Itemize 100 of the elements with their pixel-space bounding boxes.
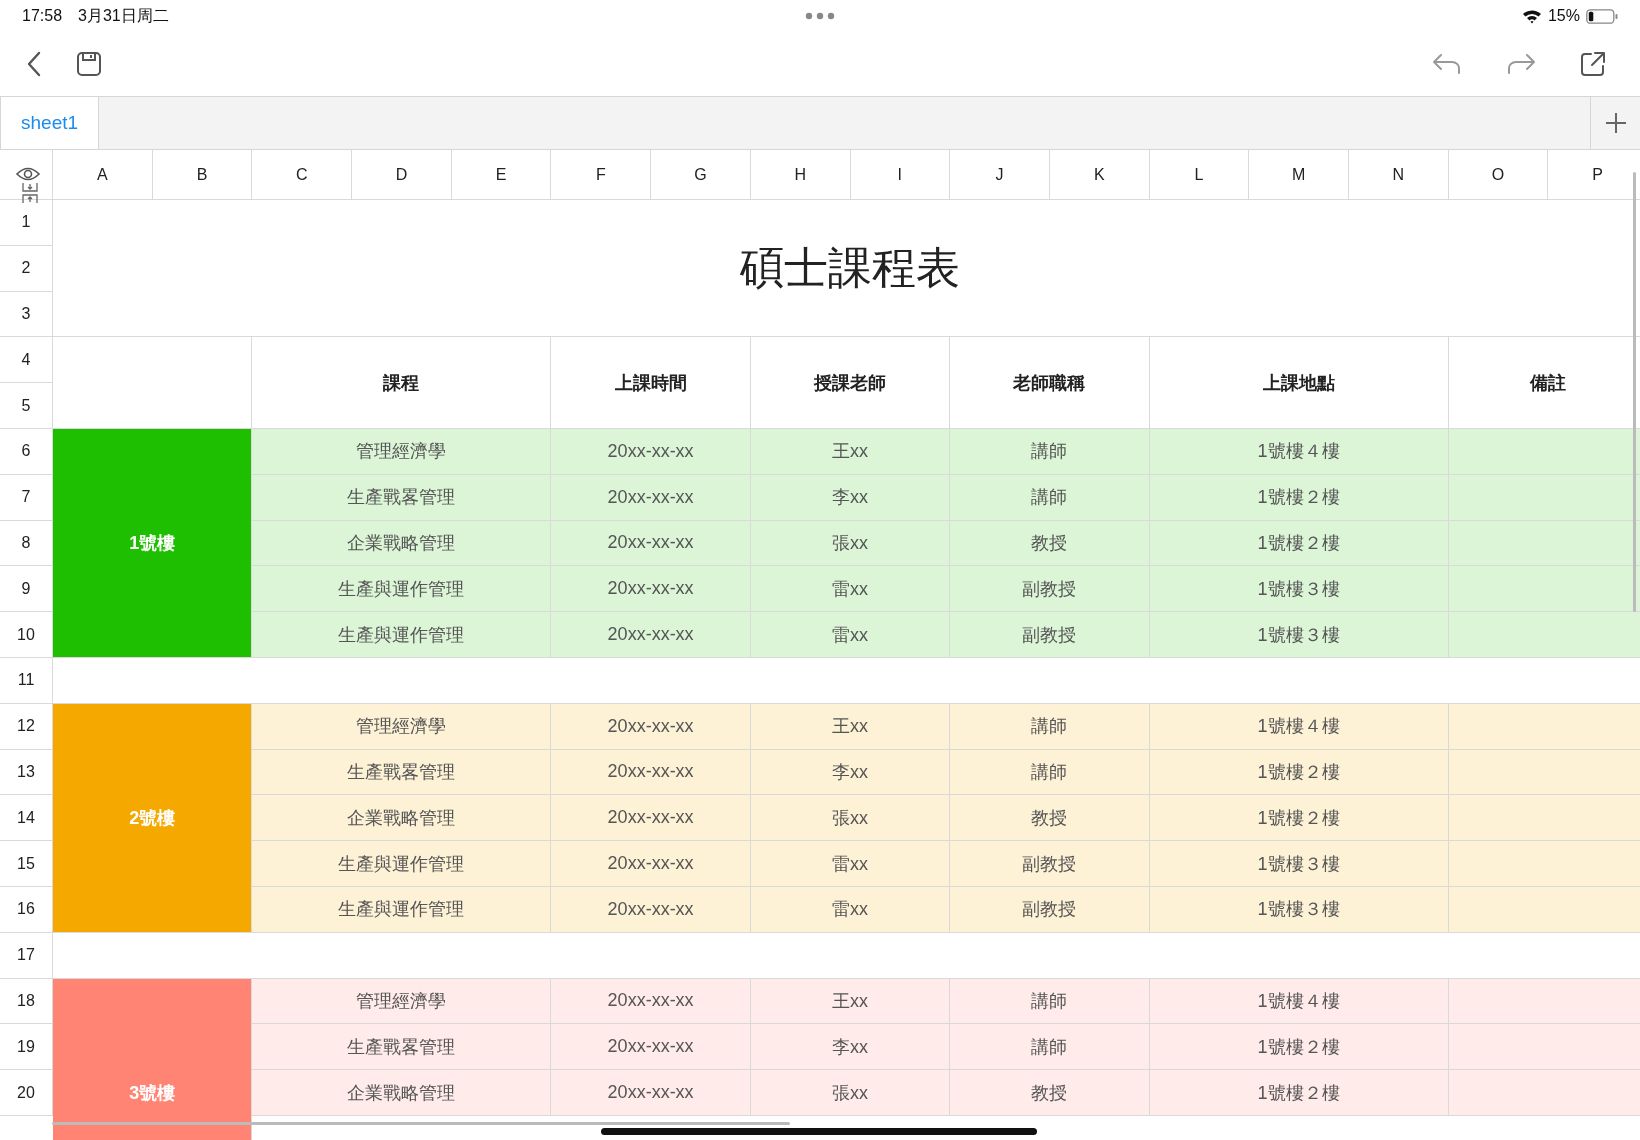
table-cell: 王xx — [750, 978, 951, 1025]
battery-icon — [1586, 8, 1618, 24]
row-number[interactable]: 2 — [0, 245, 53, 292]
table-cell: 20xx-xx-xx — [551, 566, 751, 613]
table-cell: 生產戰畧管理 — [252, 1024, 552, 1071]
table-cell: 講師 — [950, 1024, 1150, 1071]
header-cell: 老師職稱 — [950, 337, 1150, 429]
row-number[interactable]: 17 — [0, 932, 53, 979]
table-cell: 1號樓２樓 — [1149, 749, 1449, 796]
horizontal-scrollbar[interactable] — [52, 1122, 790, 1125]
column-header[interactable]: N — [1348, 150, 1449, 200]
plus-icon[interactable] — [1604, 112, 1627, 134]
save-icon[interactable] — [76, 51, 102, 77]
table-cell: 副教授 — [950, 841, 1150, 887]
undo-icon[interactable] — [1432, 53, 1462, 75]
row-number[interactable]: 14 — [0, 795, 53, 842]
row-number[interactable]: 9 — [0, 566, 53, 613]
row-number[interactable]: 18 — [0, 978, 53, 1025]
row-number[interactable]: 1 — [0, 200, 53, 246]
table-cell: 1號樓３樓 — [1149, 566, 1449, 613]
column-header[interactable]: K — [1049, 150, 1150, 200]
vertical-scrollbar[interactable] — [1633, 172, 1636, 612]
row-number[interactable]: 6 — [0, 429, 53, 475]
table-cell: 1號樓４樓 — [1149, 703, 1449, 750]
table-cell: 1號樓２樓 — [1149, 1070, 1449, 1116]
column-header[interactable]: G — [651, 150, 751, 200]
table-cell: 生產戰畧管理 — [252, 474, 552, 521]
table-cell: 管理經濟學 — [252, 703, 552, 750]
table-cell: 生產與運作管理 — [252, 612, 552, 658]
table-cell: 雷xx — [750, 886, 951, 933]
row-number[interactable]: 15 — [0, 841, 53, 887]
column-header[interactable]: C — [252, 150, 353, 200]
table-cell: 副教授 — [950, 566, 1150, 613]
status-date: 3月31日周二 — [78, 5, 169, 26]
row-number[interactable]: 20 — [0, 1070, 53, 1116]
redo-icon[interactable] — [1506, 53, 1536, 75]
row-number[interactable]: 12 — [0, 703, 53, 750]
column-header[interactable]: M — [1249, 150, 1349, 200]
table-cell: 生產與運作管理 — [252, 841, 552, 887]
sheet-tab[interactable]: sheet1 — [0, 97, 100, 149]
table-cell: 20xx-xx-xx — [551, 749, 751, 796]
table-cell: 王xx — [750, 703, 951, 750]
row-number[interactable]: 5 — [0, 383, 53, 429]
table-cell: 生產戰畧管理 — [252, 749, 552, 796]
table-cell: 雷xx — [750, 612, 951, 658]
row-number[interactable]: 7 — [0, 474, 53, 521]
table-cell: 1號樓３樓 — [1149, 886, 1449, 933]
header-cell: 上課時間 — [551, 337, 751, 429]
column-header[interactable]: D — [352, 150, 452, 200]
row-number[interactable]: 4 — [0, 337, 53, 384]
table-cell: 副教授 — [950, 612, 1150, 658]
table-cell: 企業戰略管理 — [252, 795, 552, 842]
row-number[interactable]: 13 — [0, 749, 53, 796]
table-cell: 李xx — [750, 749, 951, 796]
building-label: 1號樓 — [53, 429, 253, 658]
share-icon[interactable] — [1580, 51, 1606, 77]
table-cell: 張xx — [750, 1070, 951, 1116]
table-cell: 張xx — [750, 520, 951, 567]
column-header[interactable]: H — [750, 150, 851, 200]
row-number[interactable]: 16 — [0, 886, 53, 933]
column-header[interactable]: E — [451, 150, 552, 200]
table-cell: 雷xx — [750, 841, 951, 887]
table-cell: 20xx-xx-xx — [551, 886, 751, 933]
status-time: 17:58 — [22, 7, 63, 25]
table-cell: 副教授 — [950, 886, 1150, 933]
freeze-icon[interactable] — [22, 182, 38, 204]
table-cell: 管理經濟學 — [252, 978, 552, 1025]
table-cell: 講師 — [950, 474, 1150, 521]
column-header[interactable]: J — [950, 150, 1050, 200]
table-cell: 李xx — [750, 1024, 951, 1071]
more-icon[interactable] — [805, 12, 835, 20]
table-cell: 雷xx — [750, 566, 951, 613]
header-cell: 上課地點 — [1149, 337, 1449, 429]
column-header[interactable]: I — [850, 150, 951, 200]
table-cell: 1號樓４樓 — [1149, 429, 1449, 475]
row-number[interactable]: 19 — [0, 1024, 53, 1071]
column-header[interactable]: L — [1149, 150, 1250, 200]
back-icon[interactable] — [26, 51, 42, 77]
table-cell: 1號樓３樓 — [1149, 612, 1449, 658]
row-number[interactable]: 8 — [0, 520, 53, 567]
table-cell: 王xx — [750, 429, 951, 475]
table-cell: 20xx-xx-xx — [551, 612, 751, 658]
eye-icon[interactable] — [16, 166, 40, 182]
wifi-icon — [1521, 8, 1542, 24]
column-header[interactable]: A — [53, 150, 153, 200]
table-cell: 講師 — [950, 749, 1150, 796]
row-number[interactable]: 11 — [0, 657, 53, 704]
table-cell: 20xx-xx-xx — [551, 1024, 751, 1071]
header-cell: 課程 — [252, 337, 552, 429]
table-cell: 管理經濟學 — [252, 429, 552, 475]
table-cell: 李xx — [750, 474, 951, 521]
table-cell: 20xx-xx-xx — [551, 795, 751, 842]
row-number[interactable]: 10 — [0, 612, 53, 658]
row-number[interactable]: 3 — [0, 291, 53, 338]
column-header[interactable]: F — [551, 150, 652, 200]
table-cell: 20xx-xx-xx — [551, 429, 751, 475]
table-cell: 1號樓２樓 — [1149, 520, 1449, 567]
table-cell: 講師 — [950, 429, 1150, 475]
column-header[interactable]: B — [152, 150, 253, 200]
column-header[interactable]: O — [1448, 150, 1549, 200]
